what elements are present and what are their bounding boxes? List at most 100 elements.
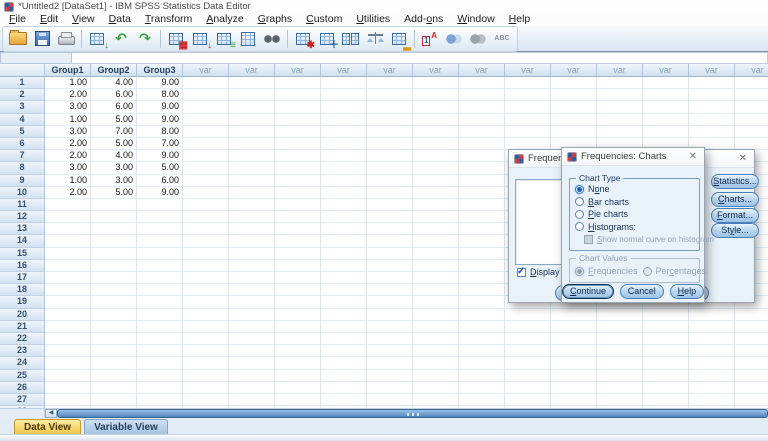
scroll-left-arrow[interactable]: ◀ — [45, 409, 57, 418]
data-cell[interactable]: 1.00 — [45, 174, 91, 187]
data-cell[interactable] — [597, 381, 643, 394]
radio-icon[interactable] — [575, 197, 584, 207]
data-cell[interactable] — [597, 369, 643, 382]
data-cell[interactable] — [229, 272, 275, 285]
data-cell[interactable] — [229, 125, 275, 138]
data-cell[interactable] — [643, 77, 689, 90]
data-cell[interactable] — [413, 223, 459, 236]
row-header[interactable]: 11 — [0, 198, 45, 212]
data-cell[interactable] — [275, 357, 321, 370]
data-cell[interactable] — [367, 101, 413, 114]
data-cell[interactable] — [367, 198, 413, 212]
data-cell[interactable] — [689, 357, 735, 370]
data-cell[interactable] — [45, 259, 91, 272]
data-cell[interactable] — [275, 393, 321, 407]
row-header[interactable]: 20 — [0, 308, 45, 321]
data-cell[interactable] — [321, 308, 367, 321]
data-cell[interactable] — [413, 125, 459, 138]
data-cell[interactable] — [137, 320, 183, 333]
tab-variable-view[interactable]: Variable View — [84, 419, 168, 434]
data-cell[interactable] — [505, 125, 551, 138]
data-cell[interactable] — [689, 89, 735, 102]
data-cell[interactable] — [137, 235, 183, 248]
data-cell[interactable] — [505, 101, 551, 114]
data-cell[interactable] — [689, 308, 735, 321]
row-header[interactable]: 16 — [0, 259, 45, 272]
data-cell[interactable]: 4.00 — [91, 150, 137, 163]
data-cell[interactable] — [459, 332, 505, 346]
data-cell[interactable] — [321, 223, 367, 236]
data-cell[interactable] — [321, 211, 367, 224]
data-cell[interactable] — [597, 345, 643, 358]
data-cell[interactable] — [413, 308, 459, 321]
data-cell[interactable] — [597, 89, 643, 102]
data-cell[interactable] — [321, 198, 367, 212]
data-cell[interactable] — [45, 296, 91, 309]
data-cell[interactable] — [137, 223, 183, 236]
data-cell[interactable]: 3.00 — [91, 162, 137, 175]
data-cell[interactable] — [275, 186, 321, 199]
row-header[interactable]: 12 — [0, 211, 45, 224]
data-cell[interactable] — [275, 101, 321, 114]
data-cell[interactable] — [321, 332, 367, 346]
data-cell[interactable] — [91, 308, 137, 321]
data-cell[interactable] — [413, 235, 459, 248]
data-cell[interactable]: 6.00 — [91, 101, 137, 114]
data-cell[interactable] — [551, 101, 597, 114]
variables-icon[interactable] — [237, 29, 259, 49]
data-cell[interactable] — [183, 332, 229, 346]
data-cell[interactable] — [643, 113, 689, 126]
find-icon[interactable] — [261, 29, 283, 49]
close-icon[interactable]: ✕ — [737, 153, 749, 164]
data-cell[interactable] — [137, 284, 183, 297]
data-cell[interactable] — [229, 332, 275, 346]
row-header[interactable]: 19 — [0, 296, 45, 309]
data-cell[interactable] — [45, 223, 91, 236]
data-cell[interactable] — [91, 259, 137, 272]
data-cell[interactable] — [91, 284, 137, 297]
continue-button[interactable]: Continue — [562, 284, 614, 299]
data-cell[interactable] — [91, 332, 137, 346]
data-cell[interactable] — [459, 113, 505, 126]
spell-check-icon[interactable]: ABC — [491, 29, 513, 49]
data-cell[interactable] — [505, 89, 551, 102]
data-cell[interactable] — [183, 198, 229, 212]
data-cell[interactable] — [459, 89, 505, 102]
data-cell[interactable] — [275, 296, 321, 309]
data-cell[interactable]: 7.00 — [137, 137, 183, 151]
data-cell[interactable] — [137, 332, 183, 346]
data-cell[interactable] — [459, 369, 505, 382]
recall-dialogs-icon[interactable]: ↓ — [86, 29, 109, 50]
data-cell[interactable] — [459, 162, 505, 175]
data-cell[interactable] — [735, 345, 768, 358]
cell-value-editor[interactable] — [72, 52, 768, 64]
data-cell[interactable] — [367, 259, 413, 272]
data-cell[interactable] — [643, 125, 689, 138]
data-cell[interactable] — [689, 77, 735, 90]
data-cell[interactable] — [735, 77, 768, 90]
data-cell[interactable] — [413, 381, 459, 394]
charts-dialog-titlebar[interactable]: Frequencies: Charts ✕ — [562, 148, 704, 166]
data-cell[interactable] — [413, 186, 459, 199]
data-cell[interactable]: 9.00 — [137, 77, 183, 90]
data-cell[interactable] — [459, 77, 505, 90]
row-header[interactable]: 3 — [0, 101, 45, 114]
data-cell[interactable] — [597, 320, 643, 333]
data-cell[interactable] — [229, 186, 275, 199]
row-header[interactable]: 14 — [0, 235, 45, 248]
data-cell[interactable] — [459, 320, 505, 333]
data-cell[interactable] — [183, 296, 229, 309]
row-header[interactable]: 10 — [0, 186, 45, 199]
scrollbar-thumb[interactable] — [57, 409, 768, 418]
column-header-var[interactable]: var — [689, 64, 735, 77]
data-cell[interactable] — [505, 393, 551, 407]
data-cell[interactable] — [321, 369, 367, 382]
data-cell[interactable]: 6.00 — [137, 174, 183, 187]
data-cell[interactable]: 8.00 — [137, 89, 183, 102]
data-cell[interactable] — [229, 101, 275, 114]
data-cell[interactable] — [367, 357, 413, 370]
data-cell[interactable] — [643, 101, 689, 114]
data-cell[interactable] — [91, 198, 137, 212]
radio-bar-charts[interactable]: Bar charts — [570, 196, 699, 209]
data-cell[interactable] — [413, 369, 459, 382]
